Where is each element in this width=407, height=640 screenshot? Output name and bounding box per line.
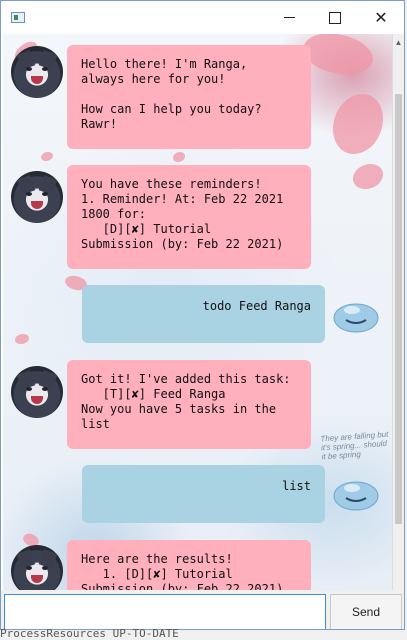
title-bar[interactable]: ✕ — [1, 1, 404, 34]
message-input[interactable] — [4, 594, 326, 629]
petal-decoration — [333, 94, 383, 154]
ranga-avatar-icon — [11, 366, 63, 418]
scrollbar-thumb[interactable] — [395, 94, 402, 524]
slime-avatar-icon — [333, 481, 379, 511]
input-bar: Send — [1, 590, 404, 629]
ranga-avatar-icon — [11, 545, 63, 590]
user-message-bubble: list — [82, 465, 325, 523]
ranga-avatar-icon — [11, 171, 63, 223]
background-console-text: ProcessResources UP-TO-DATE — [0, 627, 179, 640]
app-window-icon — [11, 12, 25, 23]
bot-message-bubble: You have these reminders! 1. Reminder! A… — [67, 165, 311, 269]
background-note: They are falling but it's spring... shou… — [320, 429, 389, 462]
dialog-container[interactable]: They are falling but it's spring... shou… — [3, 34, 392, 590]
scroll-up-icon[interactable]: ▲ — [393, 36, 404, 50]
minimize-icon — [283, 17, 295, 18]
petal-decoration — [353, 164, 383, 189]
close-button[interactable]: ✕ — [358, 1, 404, 34]
maximize-icon — [329, 11, 341, 24]
slime-avatar-icon — [333, 303, 379, 333]
maximize-button[interactable] — [312, 1, 358, 34]
minimize-button[interactable] — [266, 1, 312, 34]
user-message-bubble: todo Feed Ranga — [82, 285, 325, 343]
send-button[interactable]: Send — [330, 594, 402, 629]
petal-decoration — [41, 152, 53, 161]
bot-message-bubble: Hello there! I'm Ranga, always here for … — [67, 45, 311, 149]
vertical-scrollbar[interactable]: ▲ — [392, 34, 404, 590]
ranga-avatar-icon — [11, 46, 63, 98]
bot-message-bubble: Here are the results! 1. [D][✘] Tutorial… — [67, 540, 311, 590]
close-icon: ✕ — [374, 8, 388, 27]
app-window: ✕ They are falling but it's spring... sh… — [0, 0, 405, 630]
petal-decoration — [173, 152, 185, 162]
bot-message-bubble: Got it! I've added this task: [T][✘] Fee… — [67, 360, 311, 449]
petal-decoration — [15, 334, 29, 344]
